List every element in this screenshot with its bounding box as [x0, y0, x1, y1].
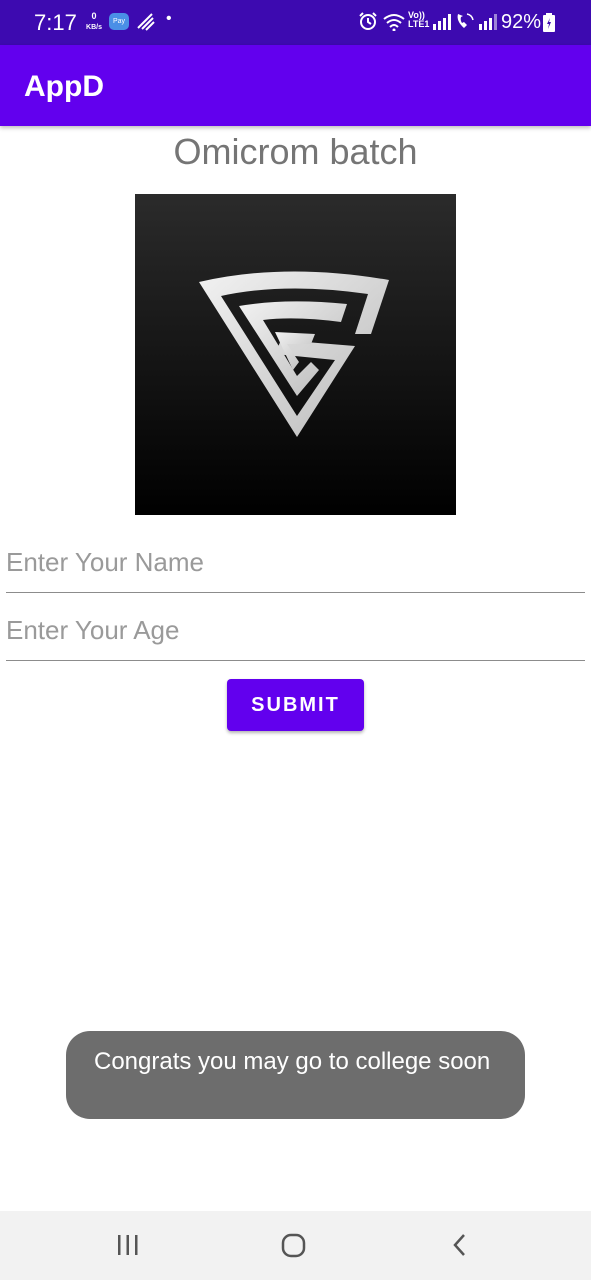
- age-input[interactable]: [6, 615, 585, 646]
- signal-icon-2: [479, 14, 497, 35]
- g-logo-icon: [135, 194, 456, 515]
- back-icon[interactable]: [450, 1231, 470, 1264]
- page-heading: Omicrom batch: [173, 131, 418, 172]
- signal-icon: [433, 14, 451, 35]
- battery-percent: 92%: [501, 11, 542, 33]
- toast-message: Congrats you may go to college soon: [66, 1031, 525, 1119]
- status-bar: 7:17 0 KB/s Pay • Vo)) LTE1 92%: [0, 0, 591, 45]
- notification-dot: •: [166, 10, 172, 27]
- status-time: 7:17: [34, 10, 77, 35]
- call-icon: [455, 12, 475, 35]
- recents-icon[interactable]: [116, 1231, 140, 1264]
- name-field: [6, 547, 585, 593]
- battery-icon: [543, 13, 555, 37]
- network-speed-unit: KB/s: [86, 24, 102, 31]
- network-speed: 0 KB/s: [83, 11, 105, 33]
- navigation-bar: [0, 1211, 591, 1280]
- submit-button[interactable]: SUBMIT: [227, 679, 364, 731]
- volte-bottom: LTE1: [408, 19, 430, 29]
- wifi-icon: [383, 13, 405, 36]
- network-speed-value: 0: [91, 11, 97, 21]
- volte-indicator: Vo)) LTE1: [408, 11, 429, 29]
- pay-icon: Pay: [109, 13, 129, 30]
- app-bar: AppD: [0, 45, 591, 126]
- name-input[interactable]: [6, 547, 585, 578]
- app-title: AppD: [24, 70, 104, 103]
- age-field: [6, 615, 585, 661]
- home-icon[interactable]: [281, 1231, 307, 1264]
- alarm-icon: [358, 11, 378, 36]
- nfc-icon: [135, 11, 157, 36]
